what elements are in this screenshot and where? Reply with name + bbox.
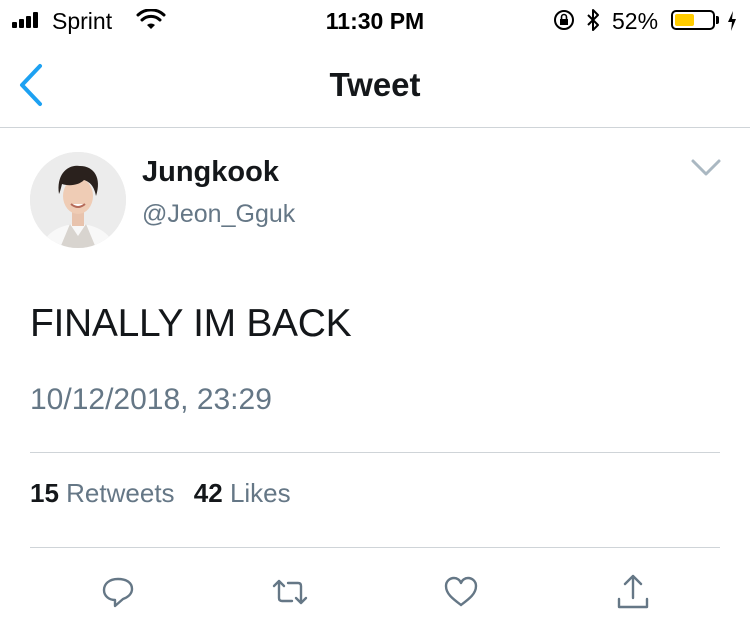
page-title: Tweet [329,66,421,103]
author-name[interactable]: Jungkook [142,156,279,189]
battery-percent: 52% [612,8,659,34]
share-button[interactable] [613,572,653,612]
retweets-stat[interactable]: 15 Retweets [30,478,187,508]
tweet-timestamp: 10/12/2018, 23:29 [30,383,272,416]
divider [30,452,720,453]
reply-button[interactable] [98,572,138,612]
retweets-label: Retweets [66,478,175,508]
avatar[interactable] [30,152,126,248]
charging-icon [728,11,736,31]
nav-bar: Tweet [0,42,750,128]
like-button[interactable] [441,572,481,612]
chevron-down-icon[interactable] [690,158,722,178]
likes-label: Likes [229,478,291,508]
battery-icon [671,10,715,30]
retweet-icon [272,579,308,605]
status-bar: Sprint 11:30 PM 52% [0,0,750,42]
share-icon [617,574,649,609]
bluetooth-icon [587,9,599,31]
tweet-stats: 15 Retweets 42 Likes [30,478,303,509]
author-handle[interactable]: @Jeon_Gguk [142,200,295,229]
tweet-text: FINALLY IM BACK [30,302,352,345]
likes-count: 42 [193,478,223,508]
retweets-count: 15 [30,478,59,508]
battery-tip [716,16,719,24]
battery-level [675,14,694,26]
likes-stat[interactable]: 42 Likes [194,478,303,508]
profile-photo [30,152,126,248]
rotation-lock-icon [554,10,574,30]
retweet-button[interactable] [270,572,310,612]
like-icon [444,576,478,607]
divider [30,547,720,548]
reply-icon [102,577,134,608]
